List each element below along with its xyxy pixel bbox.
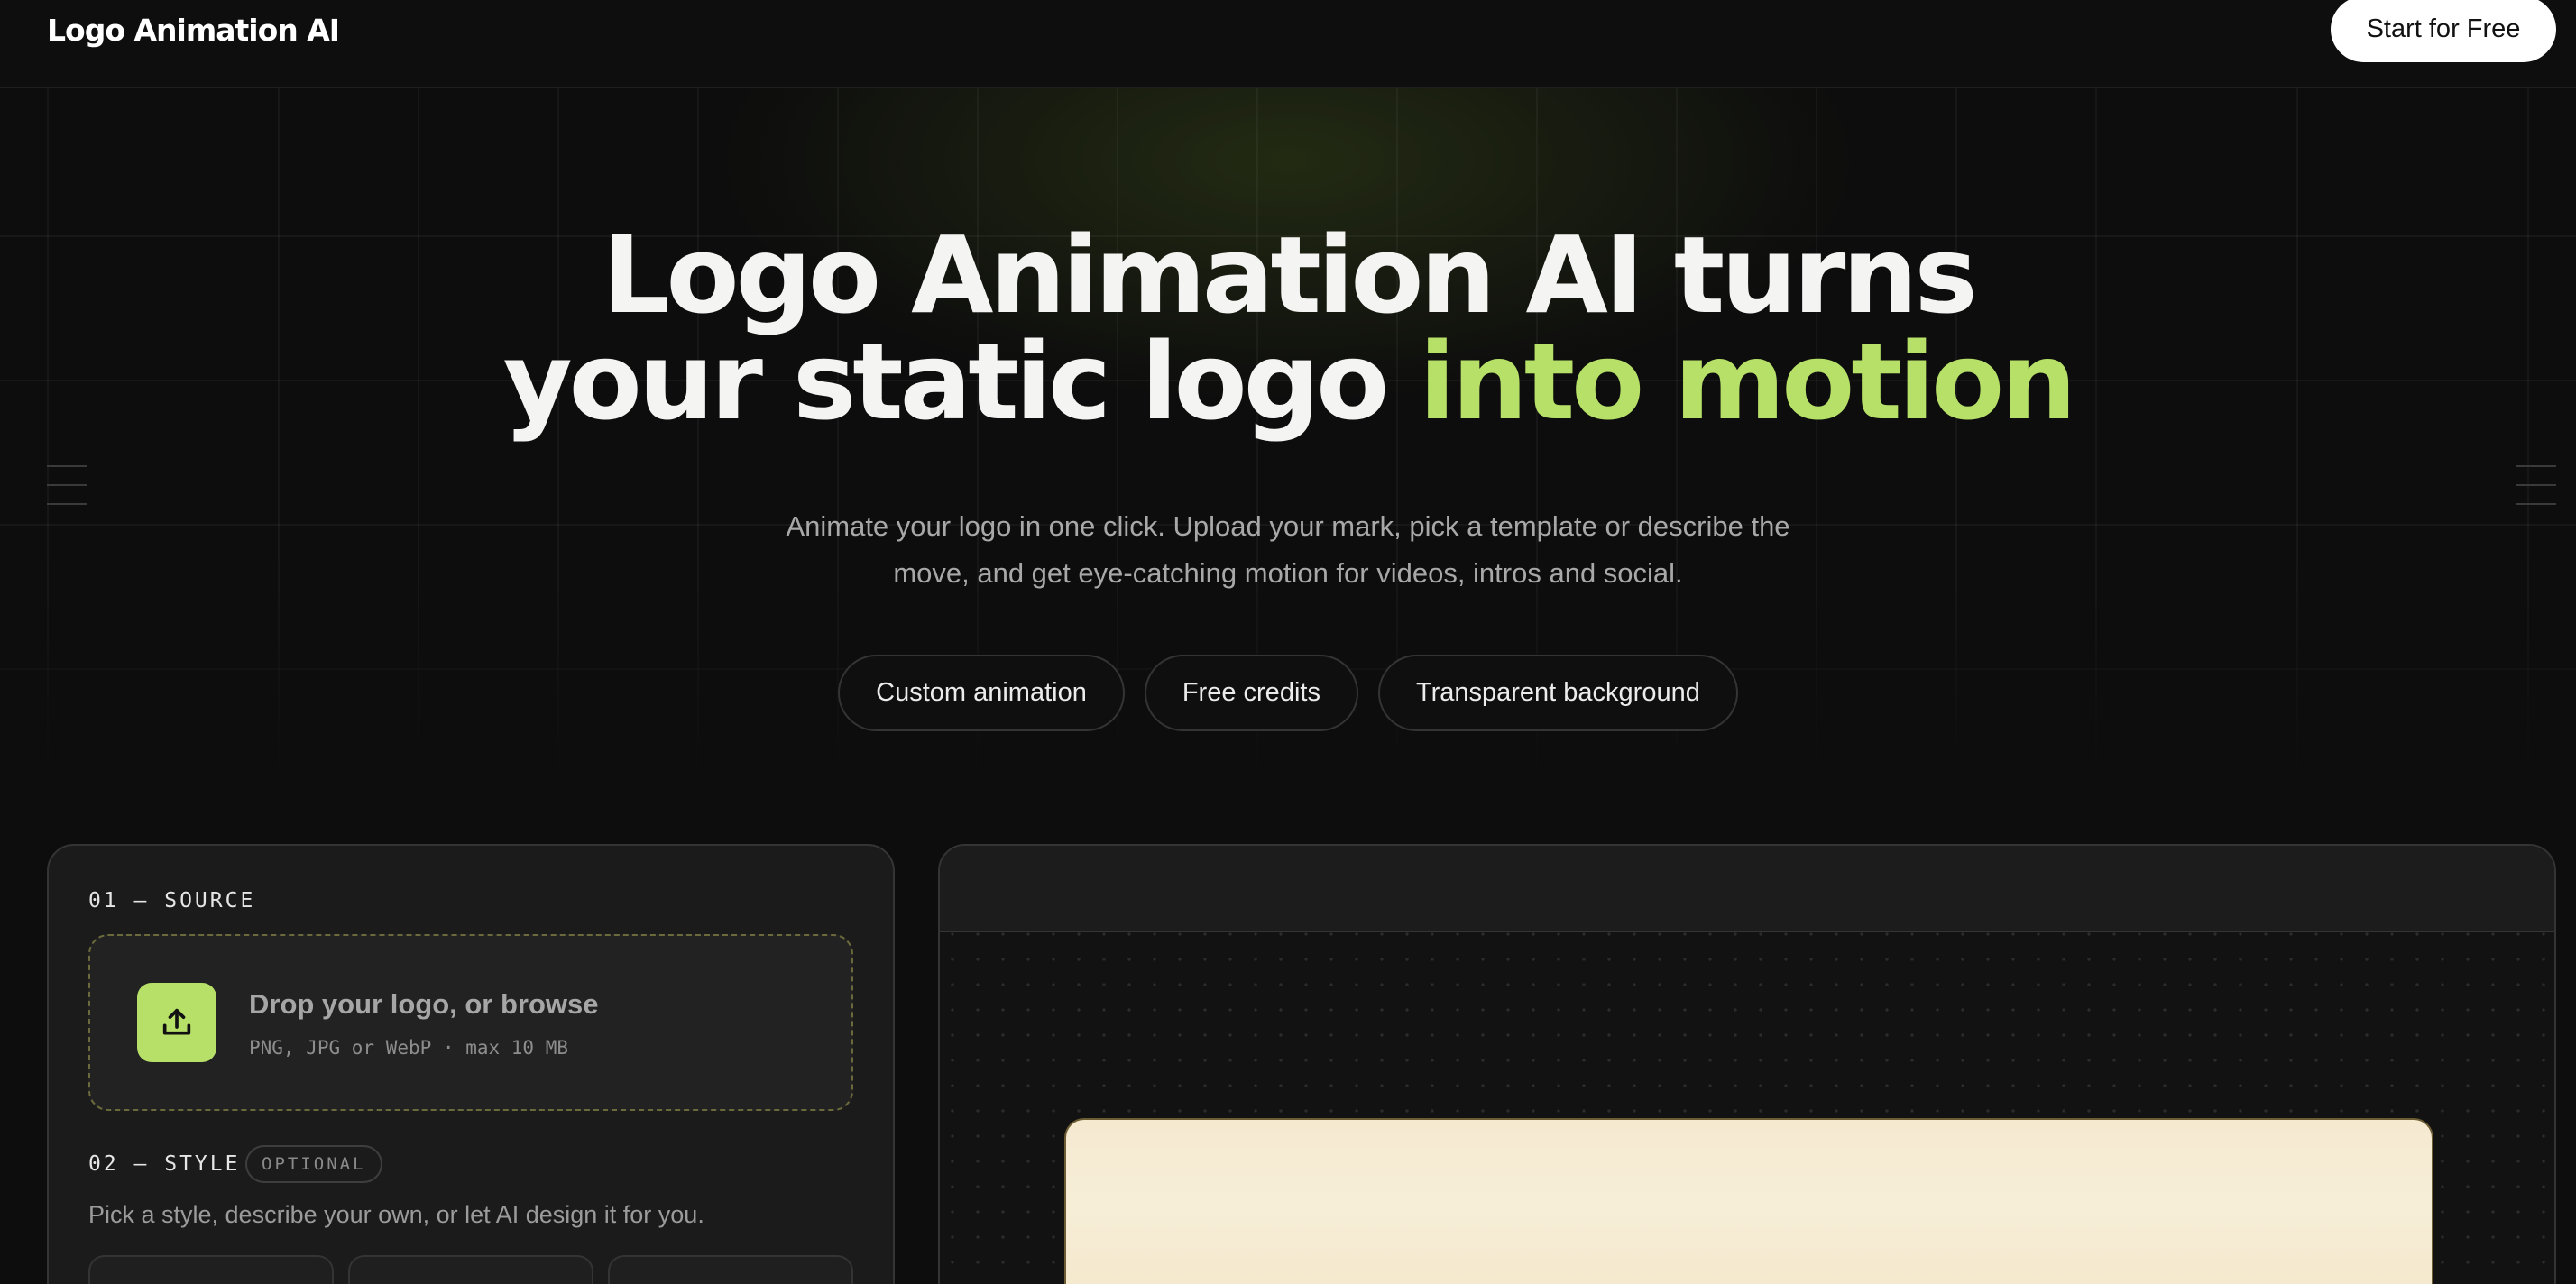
style-step-label: 02 — STYLE bbox=[88, 1152, 241, 1176]
preview-panel-header bbox=[940, 846, 2554, 932]
input-panel: 01 — SOURCE Drop your logo, or browse PN… bbox=[47, 844, 895, 1284]
dropzone-formats: PNG, JPG or WebP · max 10 MB bbox=[249, 1037, 569, 1059]
optional-badge: OPTIONAL bbox=[245, 1145, 382, 1183]
chip-transparent-background[interactable]: Transparent background bbox=[1377, 655, 1738, 731]
preview-panel bbox=[938, 844, 2556, 1284]
source-step-label: 01 — SOURCE bbox=[88, 889, 256, 913]
hero-subtitle-line2: move, and get eye-catching motion for vi… bbox=[893, 557, 1683, 589]
upload-icon[interactable] bbox=[137, 983, 216, 1062]
hero-section: Logo Animation AI turns your static logo… bbox=[0, 88, 2576, 819]
left-edge-ticks bbox=[47, 465, 87, 522]
top-bar: Logo Animation AI Start for Free bbox=[0, 0, 2576, 88]
preview-canvas bbox=[1064, 1118, 2433, 1284]
right-edge-ticks bbox=[2516, 465, 2556, 522]
brand-logo[interactable]: Logo Animation AI bbox=[47, 13, 340, 48]
chip-custom-animation[interactable]: Custom animation bbox=[838, 655, 1125, 731]
style-hint: Pick a style, describe your own, or let … bbox=[88, 1201, 704, 1228]
hero-title-accent: into motion bbox=[1419, 319, 2076, 444]
dropzone-title: Drop your logo, or browse bbox=[249, 988, 599, 1020]
hero-title-line2: your static logo bbox=[502, 319, 1389, 444]
chip-free-credits[interactable]: Free credits bbox=[1144, 655, 1358, 731]
hero-title: Logo Animation AI turns your static logo… bbox=[0, 222, 2576, 435]
style-option-card[interactable] bbox=[348, 1255, 593, 1284]
page: Logo Animation AI Start for Free Logo An… bbox=[0, 0, 2576, 1284]
start-for-free-button[interactable]: Start for Free bbox=[2331, 0, 2556, 62]
hero-subtitle-line1: Animate your logo in one click. Upload y… bbox=[786, 510, 1790, 542]
style-option-card[interactable] bbox=[608, 1255, 853, 1284]
logo-dropzone[interactable]: Drop your logo, or browse PNG, JPG or We… bbox=[88, 934, 853, 1111]
feature-chips: Custom animation Free credits Transparen… bbox=[0, 655, 2576, 731]
hero-subtitle: Animate your logo in one click. Upload y… bbox=[783, 503, 1793, 597]
style-option-card[interactable] bbox=[88, 1255, 334, 1284]
